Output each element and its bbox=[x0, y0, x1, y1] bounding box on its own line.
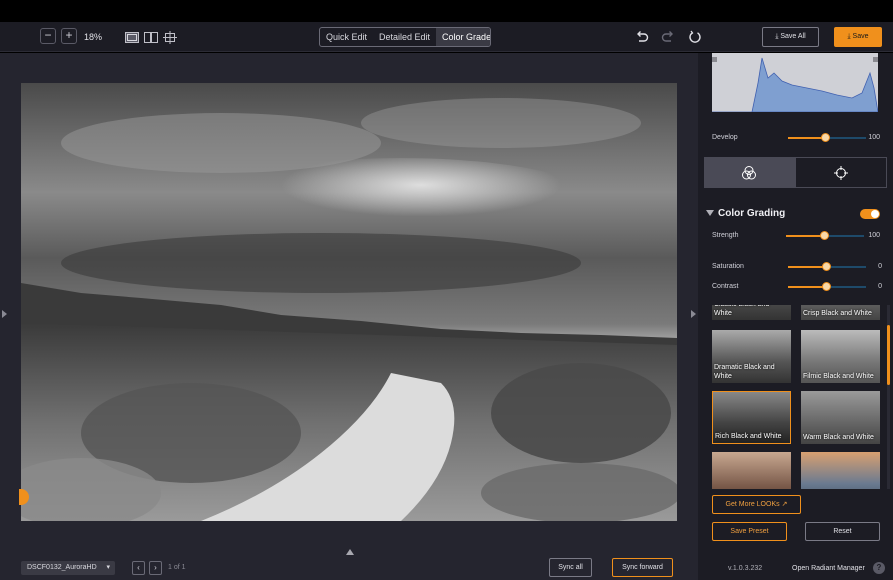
filmstrip-toggle-icon[interactable] bbox=[346, 549, 354, 555]
split-view-icon[interactable] bbox=[144, 32, 158, 43]
histogram bbox=[712, 53, 878, 112]
panel-mode-tabs bbox=[704, 157, 887, 188]
crosshair-icon bbox=[833, 166, 848, 180]
develop-label: Develop bbox=[712, 134, 738, 141]
edit-mode-switcher: Quick Edit Detailed Edit Color Grade bbox=[319, 27, 491, 47]
color-grading-toggle[interactable] bbox=[860, 209, 880, 219]
contrast-slider[interactable] bbox=[788, 282, 866, 291]
crop-view-icon[interactable] bbox=[163, 31, 177, 44]
sync-forward-button[interactable]: Sync forward bbox=[612, 558, 673, 577]
version-text: v.1.0.3.232 bbox=[728, 565, 763, 572]
page-indicator: 1 of 1 bbox=[168, 564, 186, 571]
strength-label: Strength bbox=[712, 232, 739, 239]
chevron-down-icon: ▾ bbox=[106, 564, 110, 571]
tab-color-circles[interactable] bbox=[705, 158, 796, 187]
look-thumbnail[interactable]: Crisp Black and White bbox=[801, 305, 880, 320]
strength-slider[interactable] bbox=[786, 231, 864, 240]
next-image-button[interactable]: › bbox=[149, 561, 162, 575]
tab-targeted[interactable] bbox=[796, 158, 887, 187]
strength-value: 100 bbox=[868, 232, 880, 239]
top-toolbar: − + 18% Quick Edit Detailed Edit Color G… bbox=[0, 22, 893, 52]
tab-detailed-edit[interactable]: Detailed Edit bbox=[373, 28, 436, 46]
redo-icon[interactable] bbox=[661, 30, 675, 44]
look-thumbnail[interactable] bbox=[712, 452, 791, 489]
photo-preview[interactable] bbox=[21, 83, 677, 521]
tab-color-grade[interactable]: Color Grade bbox=[436, 28, 490, 46]
prev-image-button[interactable]: ‹ bbox=[132, 561, 145, 575]
contrast-label: Contrast bbox=[712, 283, 739, 290]
develop-value: 100 bbox=[868, 134, 880, 141]
saturation-label: Saturation bbox=[712, 263, 744, 270]
tab-quick-edit[interactable]: Quick Edit bbox=[320, 28, 373, 46]
look-thumbnail[interactable] bbox=[801, 452, 880, 489]
color-circles-icon bbox=[742, 166, 756, 180]
undo-icon[interactable] bbox=[635, 30, 649, 44]
looks-scrollbar[interactable] bbox=[887, 305, 890, 489]
adjustments-panel: Develop 100 Color Grading Strength 100 S bbox=[698, 53, 893, 580]
save-preset-button[interactable]: Save Preset bbox=[712, 522, 787, 541]
saturation-slider[interactable] bbox=[788, 262, 866, 271]
look-thumbnail[interactable]: Warm Black and White bbox=[801, 391, 880, 444]
look-thumbnail[interactable]: Filmic Black and White bbox=[801, 330, 880, 383]
file-select[interactable]: DSCF0132_AuroraHD ▾ bbox=[21, 561, 115, 575]
collapse-triangle-icon[interactable] bbox=[706, 210, 714, 216]
save-all-button[interactable]: ⤓ Save All bbox=[762, 27, 819, 47]
sync-all-button[interactable]: Sync all bbox=[549, 558, 592, 577]
save-button[interactable]: ⤓ Save bbox=[834, 27, 882, 47]
open-radiant-manager-link[interactable]: Open Radiant Manager bbox=[792, 565, 865, 572]
get-more-looks-button[interactable]: Get More LOOKs ↗ bbox=[712, 495, 801, 514]
looks-grid: Classic Black and White Crisp Black and … bbox=[708, 305, 884, 489]
look-thumbnail[interactable]: Classic Black and White bbox=[712, 305, 791, 320]
look-thumbnail-selected[interactable]: Rich Black and White bbox=[712, 391, 791, 444]
external-link-icon: ↗ bbox=[781, 501, 788, 508]
left-panel-toggle-icon[interactable] bbox=[2, 310, 7, 318]
zoom-in-button[interactable]: + bbox=[61, 28, 77, 44]
help-icon[interactable]: ? bbox=[873, 562, 885, 574]
look-thumbnail[interactable]: Dramatic Black and White bbox=[712, 330, 791, 383]
single-view-icon[interactable] bbox=[125, 32, 139, 43]
saturation-value: 0 bbox=[878, 263, 882, 270]
reset-button[interactable]: Reset bbox=[805, 522, 880, 541]
right-panel-toggle-icon[interactable] bbox=[691, 310, 696, 318]
zoom-level: 18% bbox=[84, 32, 103, 42]
color-grading-title: Color Grading bbox=[718, 208, 786, 219]
contrast-value: 0 bbox=[878, 283, 882, 290]
develop-slider[interactable] bbox=[788, 133, 866, 142]
reset-view-icon[interactable] bbox=[688, 30, 702, 44]
zoom-out-button[interactable]: − bbox=[40, 28, 56, 44]
image-canvas: DSCF0132_AuroraHD ▾ ‹ › 1 of 1 Sync all … bbox=[0, 53, 698, 580]
